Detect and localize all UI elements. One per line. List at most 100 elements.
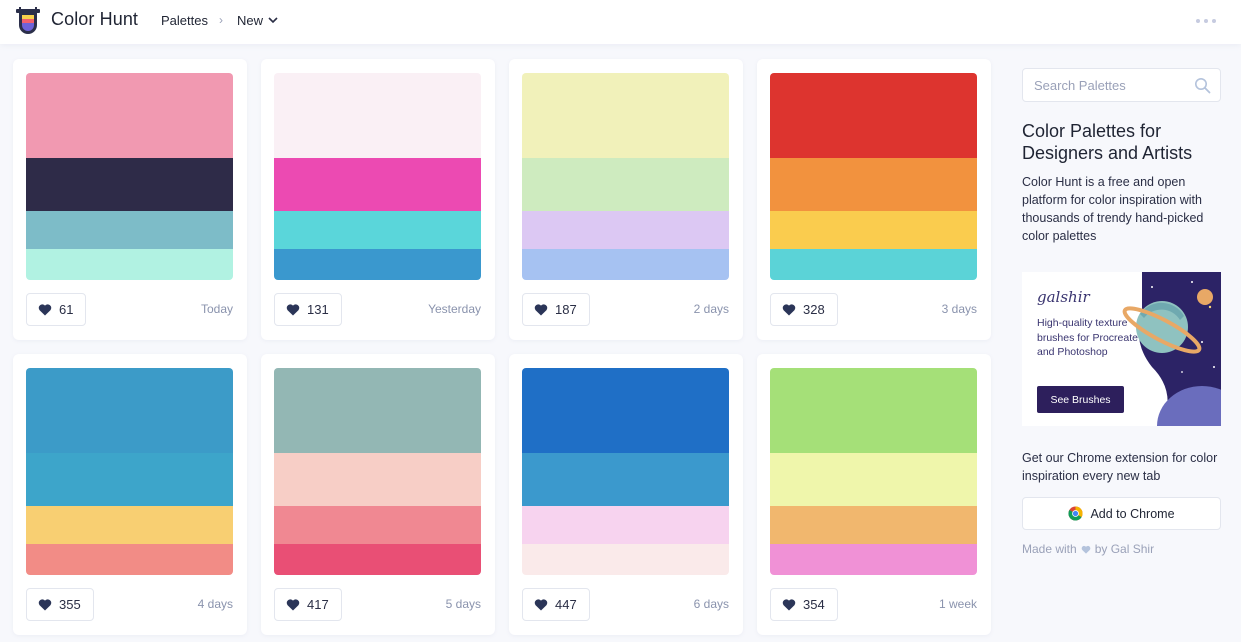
palette-card[interactable]: 131 Yesterday [261, 59, 495, 340]
swatch-2[interactable] [26, 158, 233, 211]
palette-swatches[interactable] [522, 73, 729, 280]
palette-swatches[interactable] [274, 73, 481, 280]
see-brushes-button[interactable]: See Brushes [1037, 386, 1124, 413]
like-button[interactable]: 187 [522, 293, 590, 326]
swatch-3[interactable] [770, 506, 977, 544]
like-button[interactable]: 355 [26, 588, 94, 621]
palette-swatches[interactable] [522, 368, 729, 575]
palette-swatches[interactable] [26, 368, 233, 575]
swatch-1[interactable] [770, 368, 977, 453]
palette-card[interactable]: 447 6 days [509, 354, 743, 635]
like-count: 131 [307, 302, 329, 317]
like-count: 447 [555, 597, 577, 612]
swatch-2[interactable] [770, 158, 977, 211]
like-button[interactable]: 131 [274, 293, 342, 326]
swatch-1[interactable] [522, 368, 729, 453]
heart-icon [782, 599, 796, 611]
palette-date: 2 days [693, 302, 729, 316]
author-link[interactable]: by Gal Shir [1095, 542, 1154, 556]
search-icon[interactable] [1194, 77, 1211, 94]
more-dots-icon[interactable] [1196, 14, 1222, 28]
sidebar-description: Color Hunt is a free and open platform f… [1022, 175, 1204, 243]
brand-name[interactable]: Color Hunt [51, 9, 138, 30]
swatch-3[interactable] [26, 211, 233, 249]
like-count: 417 [307, 597, 329, 612]
palette-card[interactable]: 61 Today [13, 59, 247, 340]
palette-swatches[interactable] [274, 368, 481, 575]
swatch-1[interactable] [26, 368, 233, 453]
swatch-2[interactable] [274, 453, 481, 506]
heart-icon [1081, 545, 1091, 554]
heart-icon [782, 304, 796, 316]
swatch-4[interactable] [274, 544, 481, 575]
swatch-1[interactable] [274, 73, 481, 158]
ad-banner[interactable]: galshir High-quality texture brushes for… [1022, 272, 1221, 426]
palette-date: Yesterday [428, 302, 481, 316]
swatch-2[interactable] [26, 453, 233, 506]
swatch-3[interactable] [522, 506, 729, 544]
swatch-1[interactable] [274, 368, 481, 453]
chevron-down-icon [268, 17, 278, 24]
color-hunt-logo-icon[interactable] [15, 7, 41, 35]
palette-swatches[interactable] [770, 368, 977, 575]
add-to-chrome-button[interactable]: Add to Chrome [1022, 497, 1221, 530]
palette-date: 3 days [941, 302, 977, 316]
palette-date: Today [200, 302, 233, 316]
search-input[interactable] [1034, 78, 1184, 93]
swatch-3[interactable] [26, 506, 233, 544]
swatch-4[interactable] [26, 544, 233, 575]
palette-card[interactable]: 417 5 days [261, 354, 495, 635]
add-to-chrome-label: Add to Chrome [1090, 506, 1175, 521]
palette-card[interactable]: 354 1 week [757, 354, 991, 635]
like-button[interactable]: 417 [274, 588, 342, 621]
swatch-4[interactable] [26, 249, 233, 280]
swatch-2[interactable] [522, 158, 729, 211]
swatch-1[interactable] [26, 73, 233, 158]
swatch-3[interactable] [770, 211, 977, 249]
nav-new-label: New [237, 13, 264, 28]
swatch-4[interactable] [522, 544, 729, 575]
swatch-1[interactable] [770, 73, 977, 158]
swatch-3[interactable] [274, 506, 481, 544]
swatch-2[interactable] [770, 453, 977, 506]
heart-icon [286, 304, 300, 316]
like-button[interactable]: 447 [522, 588, 590, 621]
space-planet-illustration [1122, 272, 1221, 426]
swatch-2[interactable] [522, 453, 729, 506]
swatch-3[interactable] [274, 211, 481, 249]
swatch-3[interactable] [522, 211, 729, 249]
swatch-2[interactable] [274, 158, 481, 211]
swatch-1[interactable] [522, 73, 729, 158]
heart-icon [38, 599, 52, 611]
swatch-4[interactable] [274, 249, 481, 280]
palette-swatches[interactable] [26, 73, 233, 280]
like-count: 354 [803, 597, 825, 612]
chrome-icon [1068, 506, 1083, 521]
swatch-4[interactable] [770, 544, 977, 575]
palette-swatches[interactable] [770, 73, 977, 280]
palette-card[interactable]: 187 2 days [509, 59, 743, 340]
palette-card[interactable]: 355 4 days [13, 354, 247, 635]
like-button[interactable]: 61 [26, 293, 87, 326]
heart-icon [286, 599, 300, 611]
heart-icon [534, 599, 548, 611]
like-button[interactable]: 328 [770, 293, 838, 326]
like-count: 61 [59, 302, 74, 317]
palette-card[interactable]: 328 3 days [757, 59, 991, 340]
extension-promo-text: Get our Chrome extension for color inspi… [1022, 451, 1218, 483]
like-count: 355 [59, 597, 81, 612]
top-header: Color Hunt Palettes › New [0, 0, 1241, 44]
like-count: 328 [803, 302, 825, 317]
palette-date: 4 days [197, 597, 233, 611]
swatch-4[interactable] [522, 249, 729, 280]
palette-date: 1 week [938, 597, 977, 611]
sidebar-title: Color Palettes for Designers and Artists [1022, 121, 1193, 163]
like-button[interactable]: 354 [770, 588, 838, 621]
heart-icon [38, 304, 52, 316]
search-box[interactable] [1022, 68, 1221, 102]
palette-date: 5 days [445, 597, 481, 611]
nav-palettes-link[interactable]: Palettes [161, 13, 208, 28]
heart-icon [534, 304, 548, 316]
swatch-4[interactable] [770, 249, 977, 280]
nav-new-dropdown[interactable]: New [237, 13, 278, 28]
